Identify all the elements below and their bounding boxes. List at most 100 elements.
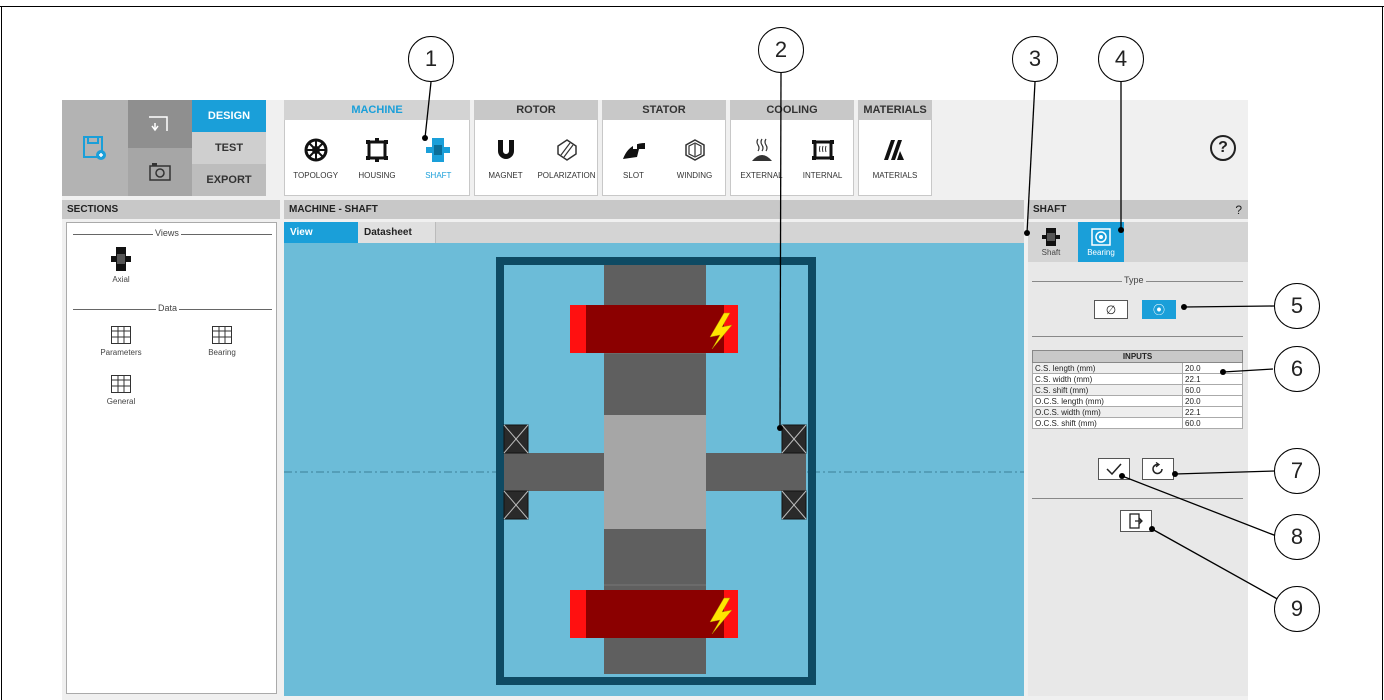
- bearing-left-top: [503, 424, 529, 454]
- bearing-data-item[interactable]: Bearing: [187, 326, 257, 357]
- input-label: C.S. width (mm): [1032, 373, 1183, 385]
- housing-icon: [365, 138, 388, 162]
- right-panel-title: SHAFT: [1033, 204, 1067, 215]
- input-value[interactable]: 20.0: [1182, 362, 1243, 374]
- export-data-button[interactable]: [1120, 510, 1152, 532]
- center-panel-title: MACHINE - SHAFT: [284, 200, 1024, 219]
- input-value[interactable]: 22.1: [1182, 406, 1243, 418]
- undo-button[interactable]: [128, 100, 192, 148]
- export-icon: [1129, 513, 1143, 529]
- callout-8: 8: [1274, 514, 1320, 560]
- winding-tool-button[interactable]: WINDING: [664, 135, 725, 180]
- frame-right-line: [1382, 6, 1383, 700]
- external-cooling-icon: [751, 138, 772, 161]
- screenshot-button[interactable]: [128, 148, 192, 196]
- subtab-shaft[interactable]: Shaft: [1028, 222, 1074, 262]
- shaft-cross-section-drawing: [284, 257, 1024, 685]
- shaft-right-arm: [706, 453, 806, 491]
- housing-label: HOUSING: [358, 171, 396, 180]
- polarization-icon: [556, 139, 577, 161]
- shaft-tool-button[interactable]: SHAFT: [408, 135, 469, 180]
- section-divider: [1032, 336, 1243, 337]
- views-group-label: Views: [153, 228, 181, 238]
- callout-3: 3: [1012, 36, 1058, 82]
- slot-label: SLOT: [623, 171, 644, 180]
- ribbon-group-stator: STATOR SLOT WINDING: [602, 100, 726, 196]
- external-cooling-tool-button[interactable]: EXTERNAL: [731, 135, 792, 180]
- undo-icon: [149, 116, 168, 132]
- bearing-left-bottom: [503, 490, 529, 520]
- materials-icon: [884, 140, 904, 160]
- check-icon: [1106, 463, 1122, 475]
- shaft-icon: [426, 138, 451, 162]
- magnet-icon: [497, 140, 514, 159]
- input-value[interactable]: 60.0: [1182, 417, 1243, 429]
- type-label: Type: [1122, 275, 1146, 285]
- parameters-data-item[interactable]: Parameters: [86, 326, 156, 357]
- internal-cooling-tool-button[interactable]: INTERNAL: [792, 135, 853, 180]
- machine-view-canvas[interactable]: [284, 243, 1024, 696]
- rotor-core: [604, 415, 706, 529]
- mode-export-button[interactable]: EXPORT: [192, 164, 266, 196]
- help-button[interactable]: ?: [1210, 135, 1236, 161]
- ribbon-group-title: ROTOR: [474, 100, 598, 120]
- ribbon-group-title: COOLING: [730, 100, 854, 120]
- sections-panel: Views Axial Data Parameters Bearing Gene…: [66, 222, 277, 694]
- callout-1: 1: [408, 36, 454, 82]
- input-label: O.C.S. width (mm): [1032, 406, 1183, 418]
- empty-set-icon: ∅: [1105, 302, 1117, 317]
- tab-view[interactable]: View: [284, 222, 358, 243]
- input-value[interactable]: 22.1: [1182, 373, 1243, 385]
- winding-icon: [684, 139, 705, 161]
- general-data-item[interactable]: General: [86, 375, 156, 406]
- housing-tool-button[interactable]: HOUSING: [346, 135, 407, 180]
- table-icon: [111, 375, 131, 393]
- reset-button[interactable]: [1142, 458, 1174, 480]
- topology-tool-button[interactable]: TOPOLOGY: [285, 135, 346, 180]
- input-label: O.C.S. shift (mm): [1032, 417, 1183, 429]
- polarization-label: POLARIZATION: [537, 171, 596, 180]
- right-panel-header: SHAFT ?: [1028, 200, 1248, 219]
- right-panel-help-button[interactable]: ?: [1235, 203, 1242, 217]
- input-label: C.S. shift (mm): [1032, 384, 1183, 396]
- shaft-label: SHAFT: [425, 171, 452, 180]
- ribbon-group-title: STATOR: [602, 100, 726, 120]
- apply-button[interactable]: [1098, 458, 1130, 480]
- target-icon: ⦿: [1152, 303, 1165, 317]
- mode-test-button[interactable]: TEST: [192, 132, 266, 164]
- input-value[interactable]: 20.0: [1182, 395, 1243, 407]
- callout-5: 5: [1274, 283, 1320, 329]
- type-plain-button[interactable]: ∅: [1094, 300, 1128, 319]
- ribbon-group-cooling: COOLING EXTERNAL INTERNAL: [730, 100, 854, 196]
- winding-label: WINDING: [676, 171, 713, 180]
- callout-4: 4: [1098, 36, 1144, 82]
- table-row: O.C.S. shift (mm) 60.0: [1032, 417, 1243, 429]
- data-group-label: Data: [156, 303, 180, 313]
- input-label: O.C.S. length (mm): [1032, 395, 1183, 407]
- polarization-tool-button[interactable]: POLARIZATION: [536, 135, 597, 180]
- subtab-bearing-label: Bearing: [1087, 247, 1115, 257]
- axial-label: Axial: [112, 275, 130, 284]
- materials-tool-button[interactable]: MATERIALS: [860, 135, 930, 180]
- magnet-tool-button[interactable]: MAGNET: [475, 135, 536, 180]
- bearing-right-bottom: [781, 490, 807, 520]
- slot-tool-button[interactable]: SLOT: [603, 135, 664, 180]
- shaft-icon: [1042, 227, 1060, 246]
- axial-view-item[interactable]: Axial: [86, 247, 156, 284]
- table-row: C.S. length (mm) 20.0: [1032, 362, 1243, 374]
- bearing-label: Bearing: [208, 348, 236, 357]
- refresh-icon: [1152, 462, 1163, 475]
- mode-design-button[interactable]: DESIGN: [192, 100, 266, 132]
- tab-datasheet[interactable]: Datasheet: [358, 222, 436, 243]
- type-bearing-button[interactable]: ⦿: [1142, 300, 1176, 319]
- magnet-label: MAGNET: [488, 171, 523, 180]
- save-button[interactable]: [62, 100, 128, 196]
- inputs-table: INPUTS C.S. length (mm) 20.0 C.S. width (…: [1032, 350, 1243, 429]
- input-value[interactable]: 60.0: [1182, 384, 1243, 396]
- materials-label: MATERIALS: [872, 171, 918, 180]
- ribbon-group-machine: MACHINE TOPOLOGY HOUSING SHAFT: [284, 100, 470, 196]
- ribbon-group-materials: MATERIALS MATERIALS: [858, 100, 932, 196]
- bearing-right-top: [781, 424, 807, 454]
- topology-icon: [304, 138, 328, 162]
- subtab-bearing[interactable]: Bearing: [1078, 222, 1124, 262]
